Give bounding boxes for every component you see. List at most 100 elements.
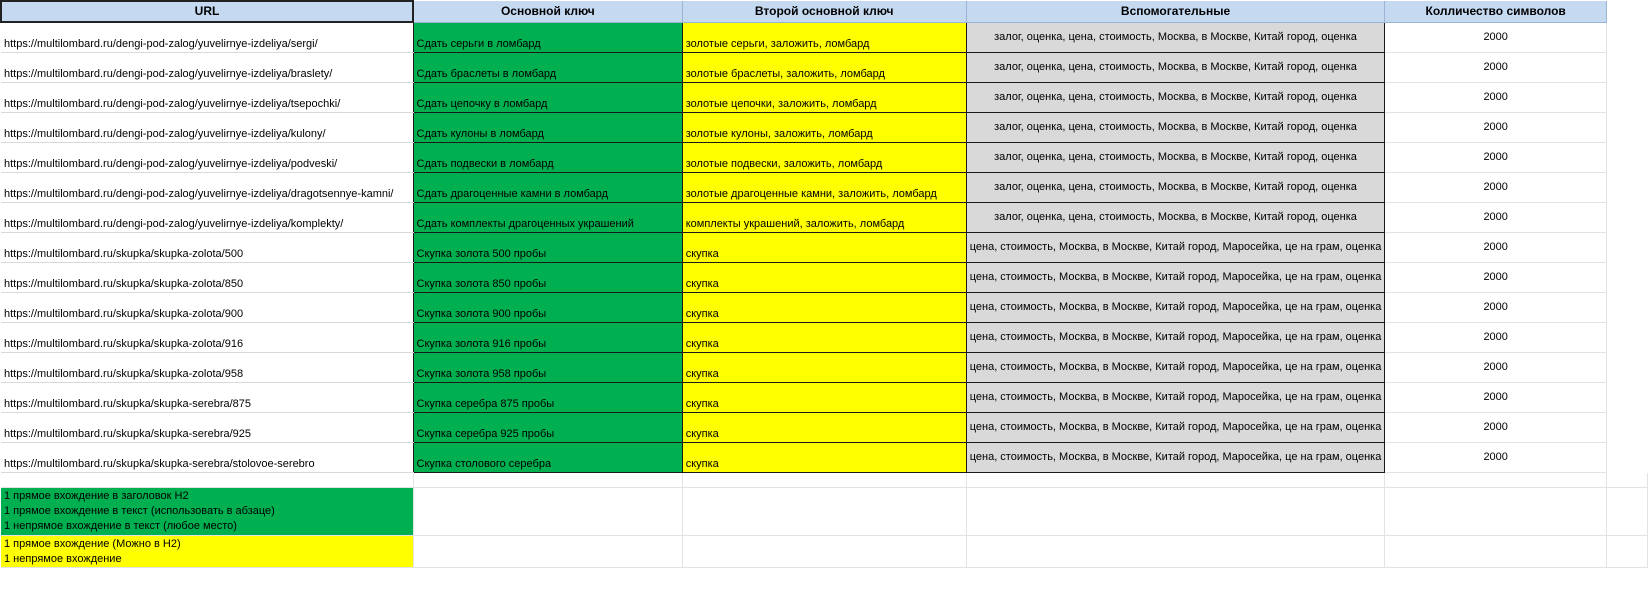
key1-cell[interactable]: Сдать комплекты драгоценных украшений xyxy=(412,202,683,233)
key2-cell[interactable]: золотые серьги, заложить, ломбард xyxy=(681,21,967,53)
empty-cell[interactable] xyxy=(966,472,1386,488)
url-cell[interactable]: https://multilombard.ru/skupka/skupka-se… xyxy=(1,442,413,473)
header-key1[interactable]: Основной ключ xyxy=(413,1,683,23)
empty-cell[interactable] xyxy=(966,487,1386,536)
key1-cell[interactable]: Скупка золота 500 пробы xyxy=(412,232,683,263)
aux-cell[interactable]: залог, оценка, цена, стоимость, Москва, … xyxy=(965,172,1386,203)
key1-cell[interactable]: Сдать подвески в ломбард xyxy=(412,142,683,173)
url-cell[interactable]: https://multilombard.ru/dengi-pod-zalog/… xyxy=(1,112,413,143)
count-cell[interactable]: 2000 xyxy=(1384,22,1608,53)
header-key2[interactable]: Второй основной ключ xyxy=(682,1,967,23)
empty-cell[interactable] xyxy=(413,535,683,568)
aux-cell[interactable]: залог, оценка, цена, стоимость, Москва, … xyxy=(965,112,1386,143)
count-cell[interactable]: 2000 xyxy=(1384,412,1608,443)
key1-cell[interactable]: Скупка золота 900 пробы xyxy=(412,292,683,323)
url-cell[interactable]: https://multilombard.ru/skupka/skupka-zo… xyxy=(1,232,413,263)
key1-cell[interactable]: Скупка серебра 925 пробы xyxy=(412,412,683,443)
empty-cell[interactable] xyxy=(1384,535,1608,568)
key2-cell[interactable]: скупка xyxy=(681,442,967,473)
count-cell[interactable]: 2000 xyxy=(1384,112,1608,143)
key2-cell[interactable]: комплекты украшений, заложить, ломбард xyxy=(681,202,967,233)
empty-cell[interactable] xyxy=(1606,142,1648,173)
url-cell[interactable]: https://multilombard.ru/dengi-pod-zalog/… xyxy=(1,202,413,233)
header-aux[interactable]: Вспомогательные xyxy=(966,1,1386,23)
empty-cell[interactable] xyxy=(1606,82,1648,113)
empty-cell[interactable] xyxy=(413,487,683,536)
aux-cell[interactable]: залог, оценка, цена, стоимость, Москва, … xyxy=(965,202,1386,233)
count-cell[interactable]: 2000 xyxy=(1384,142,1608,173)
empty-cell[interactable] xyxy=(1606,535,1648,568)
aux-cell[interactable]: залог, оценка, цена, стоимость, Москва, … xyxy=(965,142,1386,173)
empty-cell[interactable] xyxy=(682,472,967,488)
empty-cell[interactable] xyxy=(1606,382,1648,413)
aux-cell[interactable]: цена, стоимость, Москва, в Москве, Китай… xyxy=(965,412,1386,443)
url-cell[interactable]: https://multilombard.ru/dengi-pod-zalog/… xyxy=(1,142,413,173)
key2-cell[interactable]: скупка xyxy=(681,382,967,413)
empty-cell[interactable] xyxy=(1,472,414,488)
key2-cell[interactable]: скупка xyxy=(681,322,967,353)
empty-cell[interactable] xyxy=(1606,1,1648,22)
empty-cell[interactable] xyxy=(682,535,967,568)
url-cell[interactable]: https://multilombard.ru/skupka/skupka-se… xyxy=(1,382,413,413)
aux-cell[interactable]: цена, стоимость, Москва, в Москве, Китай… xyxy=(965,352,1386,383)
count-cell[interactable]: 2000 xyxy=(1384,352,1608,383)
aux-cell[interactable]: цена, стоимость, Москва, в Москве, Китай… xyxy=(965,322,1386,353)
aux-cell[interactable]: цена, стоимость, Москва, в Москве, Китай… xyxy=(965,232,1386,263)
key1-cell[interactable]: Сдать серьги в ломбард xyxy=(412,21,683,53)
count-cell[interactable]: 2000 xyxy=(1384,82,1608,113)
url-cell[interactable]: https://multilombard.ru/dengi-pod-zalog/… xyxy=(1,52,413,83)
legend-yellow-cell[interactable]: 1 прямое вхождение (Можно в H2) 1 непрямо… xyxy=(1,535,414,568)
empty-cell[interactable] xyxy=(413,472,683,488)
url-cell[interactable]: https://multilombard.ru/skupka/skupka-zo… xyxy=(1,322,413,353)
count-cell[interactable]: 2000 xyxy=(1384,232,1608,263)
key2-cell[interactable]: золотые браслеты, заложить, ломбард xyxy=(681,52,967,83)
empty-cell[interactable] xyxy=(1606,472,1648,488)
aux-cell[interactable]: цена, стоимость, Москва, в Москве, Китай… xyxy=(965,442,1386,473)
empty-cell[interactable] xyxy=(1606,232,1648,263)
key1-cell[interactable]: Сдать драгоценные камни в ломбард xyxy=(412,172,683,203)
url-cell[interactable]: https://multilombard.ru/skupka/skupka-se… xyxy=(1,412,413,443)
empty-cell[interactable] xyxy=(1384,472,1608,488)
url-cell[interactable]: https://multilombard.ru/dengi-pod-zalog/… xyxy=(1,22,413,53)
key2-cell[interactable]: скупка xyxy=(681,292,967,323)
url-cell[interactable]: https://multilombard.ru/dengi-pod-zalog/… xyxy=(1,82,413,113)
aux-cell[interactable]: залог, оценка, цена, стоимость, Москва, … xyxy=(965,21,1386,53)
aux-cell[interactable]: цена, стоимость, Москва, в Москве, Китай… xyxy=(965,262,1386,293)
empty-cell[interactable] xyxy=(966,535,1386,568)
empty-cell[interactable] xyxy=(1606,112,1648,143)
empty-cell[interactable] xyxy=(1606,352,1648,383)
key1-cell[interactable]: Скупка золота 850 пробы xyxy=(412,262,683,293)
key2-cell[interactable]: золотые подвески, заложить, ломбард xyxy=(681,142,967,173)
key2-cell[interactable]: скупка xyxy=(681,262,967,293)
empty-cell[interactable] xyxy=(1606,52,1648,83)
key1-cell[interactable]: Сдать кулоны в ломбард xyxy=(412,112,683,143)
url-cell[interactable]: https://multilombard.ru/skupka/skupka-zo… xyxy=(1,352,413,383)
key1-cell[interactable]: Сдать цепочку в ломбард xyxy=(412,82,683,113)
empty-cell[interactable] xyxy=(1606,487,1648,536)
count-cell[interactable]: 2000 xyxy=(1384,382,1608,413)
legend-green-cell[interactable]: 1 прямое вхождение в заголовок H2 1 прямо… xyxy=(1,487,414,536)
key2-cell[interactable]: золотые драгоценные камни, заложить, лом… xyxy=(681,172,967,203)
key1-cell[interactable]: Скупка золота 916 пробы xyxy=(412,322,683,353)
url-cell[interactable]: https://multilombard.ru/skupka/skupka-zo… xyxy=(1,262,413,293)
key1-cell[interactable]: Скупка столового серебра xyxy=(412,442,683,473)
empty-cell[interactable] xyxy=(682,487,967,536)
count-cell[interactable]: 2000 xyxy=(1384,52,1608,83)
count-cell[interactable]: 2000 xyxy=(1384,292,1608,323)
key2-cell[interactable]: скупка xyxy=(681,232,967,263)
count-cell[interactable]: 2000 xyxy=(1384,262,1608,293)
empty-cell[interactable] xyxy=(1606,172,1648,203)
aux-cell[interactable]: залог, оценка, цена, стоимость, Москва, … xyxy=(965,82,1386,113)
key2-cell[interactable]: золотые цепочки, заложить, ломбард xyxy=(681,82,967,113)
url-cell[interactable]: https://multilombard.ru/skupka/skupka-zo… xyxy=(1,292,413,323)
empty-cell[interactable] xyxy=(1606,262,1648,293)
key2-cell[interactable]: золотые кулоны, заложить, ломбард xyxy=(681,112,967,143)
aux-cell[interactable]: цена, стоимость, Москва, в Москве, Китай… xyxy=(965,292,1386,323)
aux-cell[interactable]: залог, оценка, цена, стоимость, Москва, … xyxy=(965,52,1386,83)
count-cell[interactable]: 2000 xyxy=(1384,322,1608,353)
empty-cell[interactable] xyxy=(1606,442,1648,473)
key2-cell[interactable]: скупка xyxy=(681,352,967,383)
count-cell[interactable]: 2000 xyxy=(1384,202,1608,233)
empty-cell[interactable] xyxy=(1606,322,1648,353)
empty-cell[interactable] xyxy=(1606,292,1648,323)
